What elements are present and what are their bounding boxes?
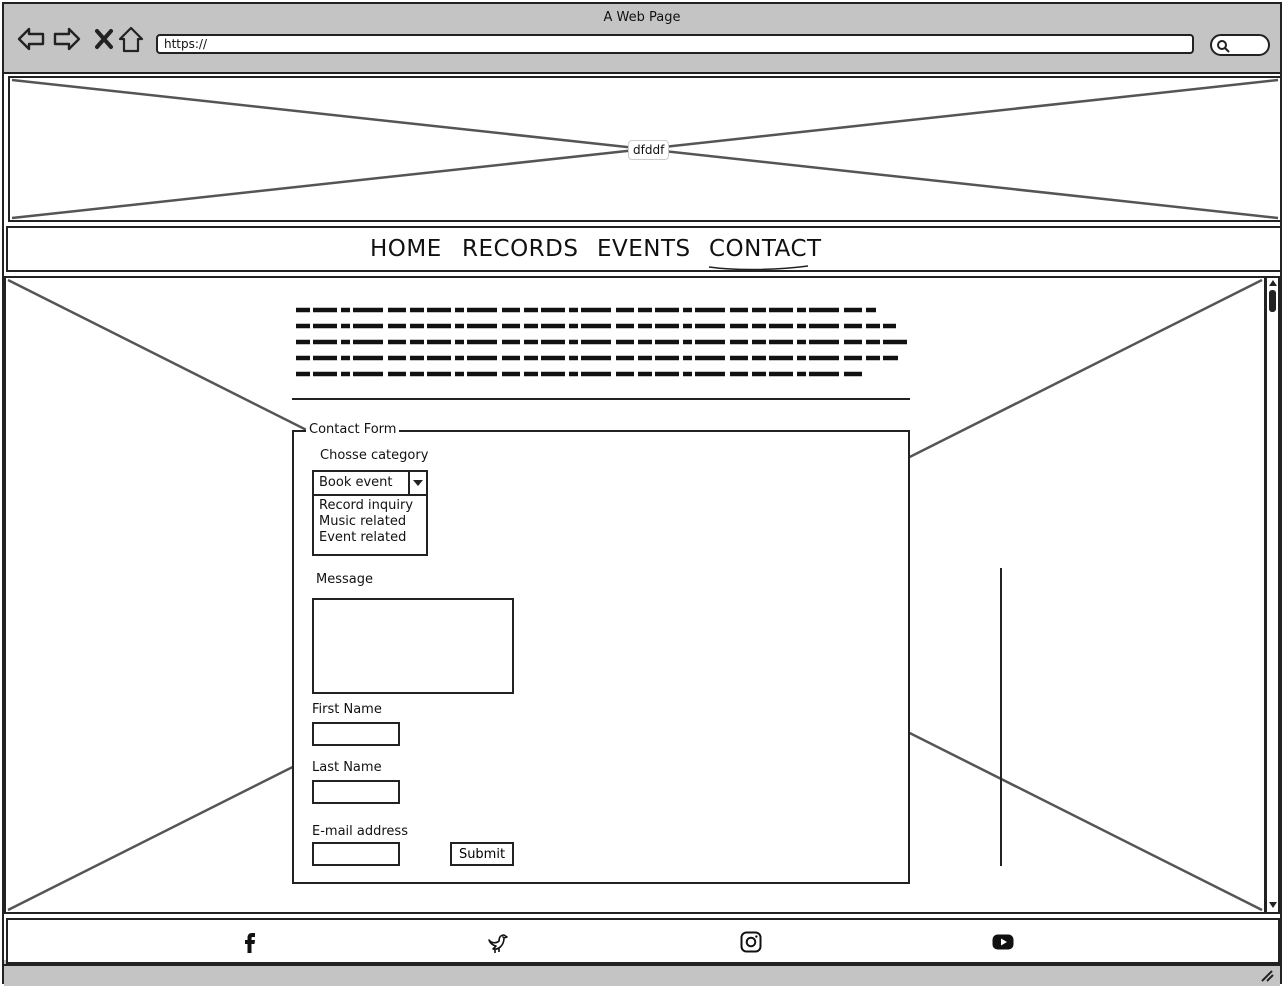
twitter-icon[interactable] [486, 930, 510, 954]
resize-grip-icon[interactable] [1260, 970, 1274, 982]
first-name-input[interactable] [312, 722, 400, 746]
category-select[interactable]: Book event [312, 470, 428, 496]
nav-item-home[interactable]: HOME [370, 236, 442, 262]
category-option-record-inquiry[interactable]: Record inquiry [319, 498, 413, 514]
category-option-event-related[interactable]: Event related [319, 530, 406, 546]
chevron-down-icon[interactable] [408, 472, 426, 494]
placeholder-text-block [296, 307, 908, 377]
scroll-up-icon[interactable] [1268, 278, 1278, 288]
hero-image-placeholder: dfddf [8, 76, 1282, 222]
scroll-down-icon[interactable] [1268, 900, 1278, 910]
forward-icon[interactable] [52, 24, 82, 54]
instagram-icon[interactable] [739, 930, 763, 954]
browser-window: A Web Page https:// dfddf HOME RECORDS E… [2, 2, 1282, 986]
first-name-label: First Name [312, 702, 382, 717]
content-area: Contact Form Chosse category Book event … [4, 276, 1266, 914]
browser-toolbar: A Web Page https:// [4, 4, 1280, 74]
back-icon[interactable] [16, 24, 46, 54]
nav-item-events[interactable]: EVENTS [597, 236, 691, 262]
address-bar[interactable]: https:// [156, 34, 1194, 54]
search-icon [1217, 40, 1230, 53]
submit-button[interactable]: Submit [450, 842, 514, 866]
contact-form: Contact Form Chosse category Book event … [292, 422, 910, 884]
nav-item-records[interactable]: RECORDS [462, 236, 578, 262]
category-options-list: Record inquiry Music related Event relat… [312, 494, 428, 556]
contact-form-legend: Contact Form [306, 422, 400, 437]
active-nav-underline [708, 265, 809, 271]
email-input[interactable] [312, 842, 400, 866]
page-viewport: dfddf HOME RECORDS EVENTS CONTACT Contac… [4, 74, 1282, 986]
section-divider [292, 398, 910, 400]
browser-search-field[interactable] [1210, 34, 1270, 56]
main-navigation: HOME RECORDS EVENTS CONTACT [6, 226, 1282, 272]
youtube-icon[interactable] [991, 930, 1015, 954]
nav-item-contact[interactable]: CONTACT [709, 236, 822, 262]
scrollbar-thumb[interactable] [1269, 290, 1276, 312]
last-name-input[interactable] [312, 780, 400, 804]
message-textarea[interactable] [312, 598, 514, 694]
status-bar [4, 964, 1280, 986]
footer [6, 918, 1280, 964]
category-option-music-related[interactable]: Music related [319, 514, 406, 530]
last-name-label: Last Name [312, 760, 382, 775]
home-icon[interactable] [116, 24, 146, 54]
window-title: A Web Page [603, 10, 681, 25]
vertical-scrollbar[interactable] [1266, 276, 1280, 914]
category-label: Chosse category [320, 448, 429, 463]
category-selected-value: Book event [319, 475, 393, 490]
hero-image-label: dfddf [628, 140, 670, 160]
message-label: Message [316, 572, 373, 587]
facebook-icon[interactable] [238, 930, 262, 954]
email-label: E-mail address [312, 824, 408, 839]
vertical-divider [1000, 568, 1002, 866]
